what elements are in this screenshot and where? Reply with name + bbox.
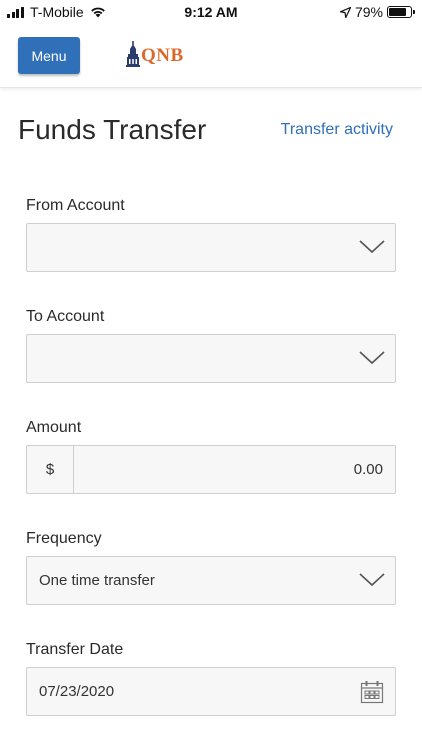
to-account-label: To Account <box>26 308 105 325</box>
battery-fill <box>389 8 406 16</box>
to-account-select[interactable] <box>26 334 396 383</box>
logo-text: QNB <box>141 45 184 66</box>
battery-icon <box>387 6 415 18</box>
amount-label: Amount <box>26 419 82 436</box>
battery-cap <box>413 10 415 14</box>
transfer-date-label: Transfer Date <box>26 641 124 658</box>
transfer-date-input[interactable]: 07/23/2020 <box>26 667 396 716</box>
frequency-value: One time transfer <box>39 572 155 589</box>
calendar-icon[interactable] <box>360 680 384 704</box>
location-arrow-icon <box>339 6 351 18</box>
qnb-logo[interactable]: QNB <box>126 41 184 67</box>
transfer-activity-link[interactable]: Transfer activity <box>281 121 393 139</box>
status-right: 79% <box>339 4 415 20</box>
from-account-select[interactable] <box>26 223 396 272</box>
battery-percent: 79% <box>354 4 383 20</box>
app-header: Menu QNB <box>0 26 422 88</box>
page-title: Funds Transfer <box>18 114 207 145</box>
status-bar: T-Mobile 9:12 AM 79% <box>0 0 422 26</box>
chevron-down-icon <box>359 573 385 587</box>
from-account-label: From Account <box>26 197 125 214</box>
frequency-label: Frequency <box>26 530 102 547</box>
currency-symbol: $ <box>27 446 74 493</box>
amount-input[interactable] <box>74 446 395 493</box>
transfer-date-value: 07/23/2020 <box>39 683 115 700</box>
frequency-select[interactable]: One time transfer <box>26 556 396 605</box>
chevron-down-icon <box>359 351 385 365</box>
menu-button[interactable]: Menu <box>18 37 80 74</box>
chevron-down-icon <box>359 240 385 254</box>
amount-field: $ <box>26 445 396 494</box>
building-logo-icon <box>126 41 140 67</box>
